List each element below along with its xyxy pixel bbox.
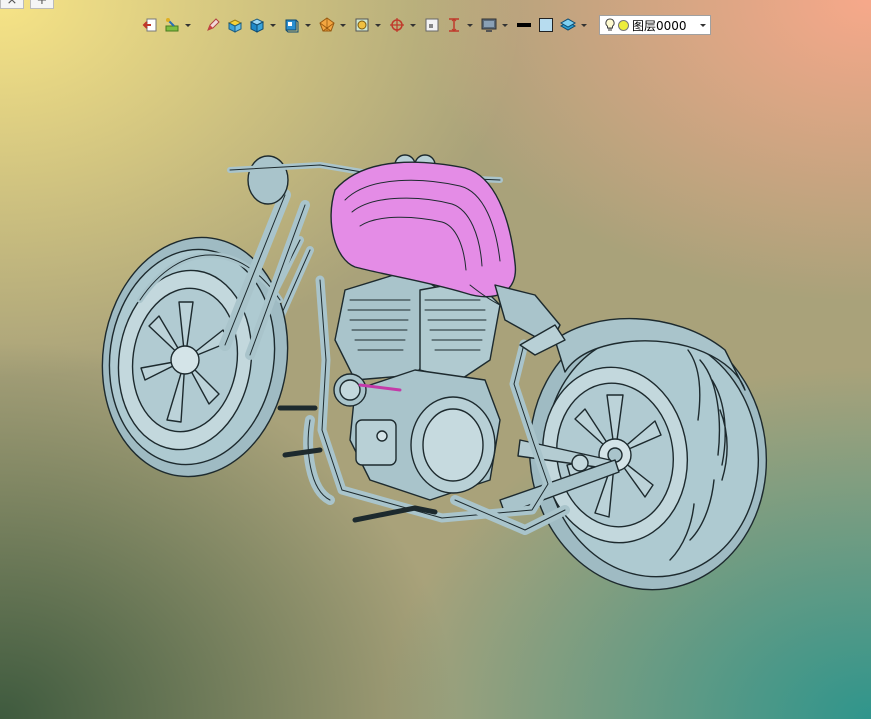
front-wheel bbox=[101, 236, 289, 478]
engine bbox=[333, 269, 501, 501]
seat bbox=[494, 284, 566, 356]
motorcycle-3d-model[interactable] bbox=[0, 0, 871, 719]
3d-viewport[interactable]: × + 图层0000 bbox=[0, 0, 871, 719]
